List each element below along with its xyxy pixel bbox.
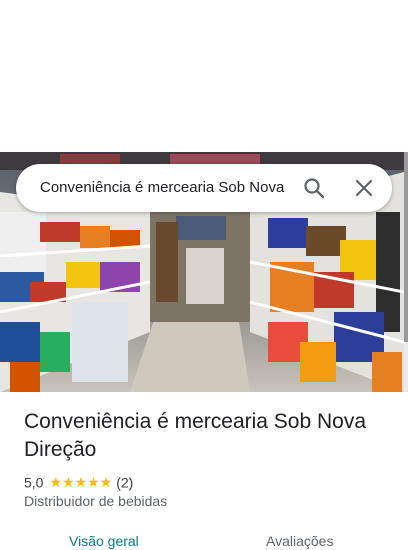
map-blank-area xyxy=(0,0,408,152)
search-bar[interactable]: Conveniência é mercearia Sob Nova xyxy=(16,164,392,212)
search-icon[interactable] xyxy=(302,176,326,200)
place-category[interactable]: Distribuidor de bebidas xyxy=(24,492,167,510)
rating-row[interactable]: 5,0 ★★★★★ (2) xyxy=(24,472,133,490)
rating-value: 5,0 xyxy=(24,474,44,491)
star-rating-icon: ★★★★★ xyxy=(49,474,113,491)
place-info-panel: Conveniência é mercearia Sob Nova Direçã… xyxy=(0,392,408,549)
photo-scrollbar-thumb[interactable] xyxy=(404,152,408,342)
search-input[interactable]: Conveniência é mercearia Sob Nova xyxy=(40,178,286,198)
tab-reviews[interactable]: Avaliações xyxy=(266,532,333,550)
close-icon[interactable] xyxy=(352,176,376,200)
place-title: Conveniência é mercearia Sob Nova Direçã… xyxy=(24,410,367,461)
review-count[interactable]: (2) xyxy=(116,474,133,490)
tab-overview[interactable]: Visão geral xyxy=(69,532,139,550)
